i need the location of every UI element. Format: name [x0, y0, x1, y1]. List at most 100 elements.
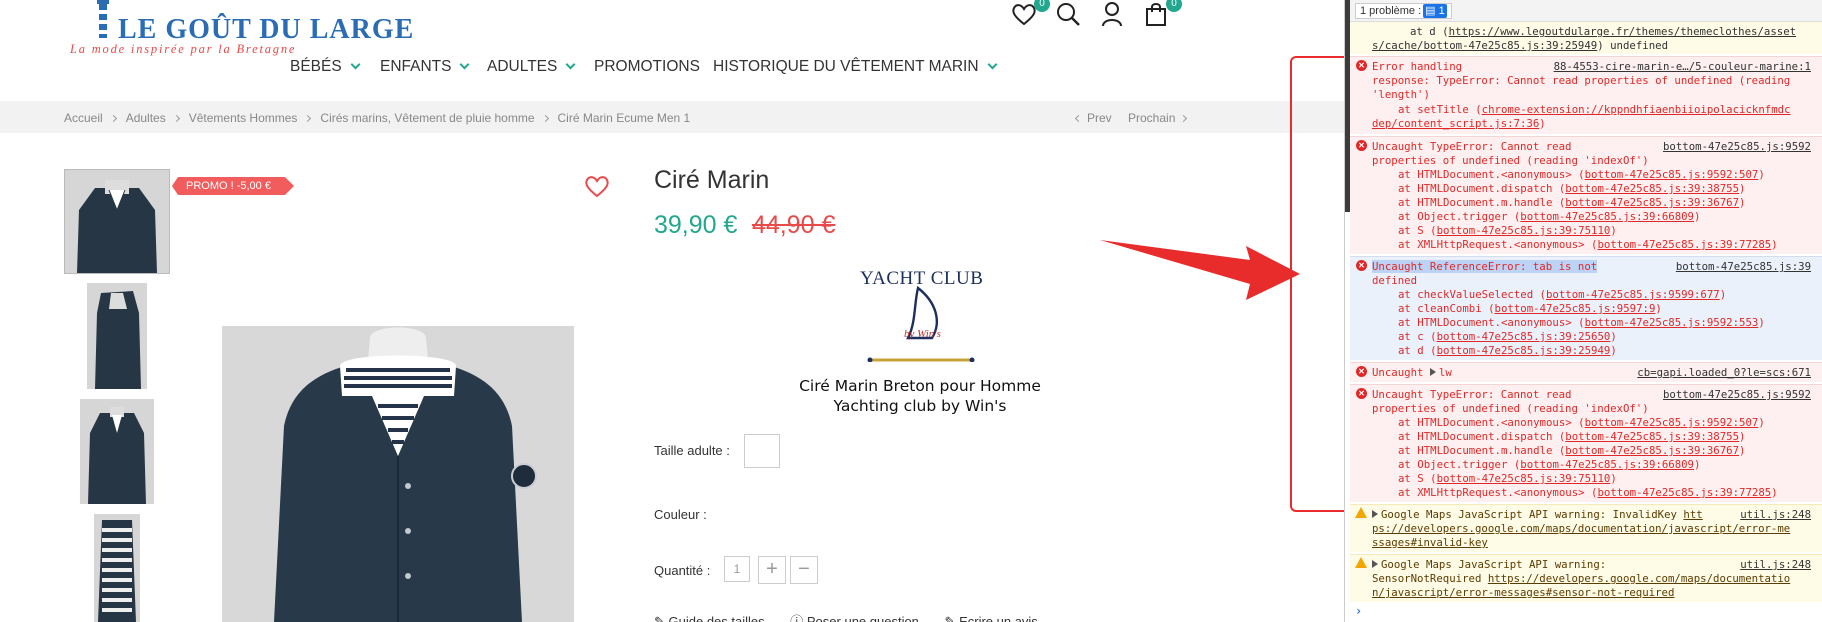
- stack-frame-link[interactable]: bottom-47e25c85.js:39:38755: [1565, 430, 1739, 443]
- stack-frame-link[interactable]: dep/content_script.js:7:36: [1372, 117, 1539, 130]
- question-icon: ⓘ: [790, 614, 807, 622]
- breadcrumb-item[interactable]: Cirés marins, Vêtement de pluie homme: [320, 111, 534, 125]
- product-thumbnail[interactable]: [64, 169, 170, 274]
- stack-frame-link[interactable]: https://www.legoutdularge.fr/themes/them…: [1449, 25, 1796, 38]
- size-select[interactable]: [744, 434, 780, 468]
- expand-triangle-icon[interactable]: [1429, 368, 1436, 376]
- nav-item-bebes[interactable]: BÉBÉS: [290, 58, 361, 76]
- error-message: properties of undefined (reading 'indexO…: [1372, 402, 1649, 415]
- cart-count-badge: 0: [1166, 0, 1182, 12]
- jacket-open-thumbnail-image: [80, 399, 154, 504]
- stack-frame-link[interactable]: bottom-47e25c85.js:39:25650: [1437, 330, 1611, 343]
- error-source-link[interactable]: bottom-47e25c85.js:39: [1676, 260, 1811, 274]
- breadcrumb-item[interactable]: Accueil: [64, 111, 103, 125]
- stack-frame-text: at c (: [1398, 330, 1437, 343]
- breadcrumb-bar: Accueil Adultes Vêtements Hommes Cirés mari…: [0, 101, 1344, 133]
- warning-link[interactable]: ssages#invalid-key: [1372, 536, 1488, 549]
- error-object[interactable]: lw: [1439, 366, 1452, 379]
- chevron-right-icon: [172, 114, 180, 123]
- product-main-image[interactable]: [222, 326, 574, 622]
- error-message: defined: [1372, 274, 1418, 287]
- console-error-entry[interactable]: ✕ Uncaught TypeError: Cannot read bottom…: [1350, 136, 1822, 254]
- prev-product-link[interactable]: Prev: [1074, 111, 1112, 125]
- promo-badge: PROMO ! -5,00 €: [172, 177, 294, 195]
- color-label: Couleur :: [654, 507, 707, 522]
- stack-frame-link[interactable]: chrome-extension://kppndhfiaenbiioipolac…: [1482, 103, 1791, 116]
- stack-frame-link[interactable]: bottom-47e25c85.js:9597:9: [1495, 302, 1656, 315]
- warning-link[interactable]: ps://developers.google.com/maps/document…: [1372, 522, 1790, 535]
- warning-message: Google Maps JavaScript API warning:: [1381, 558, 1607, 571]
- stack-frame-link[interactable]: bottom-47e25c85.js:39:38755: [1565, 182, 1739, 195]
- stack-frame-link[interactable]: bottom-47e25c85.js:9592:553: [1585, 316, 1759, 329]
- nav-item-historique[interactable]: HISTORIQUE DU VÊTEMENT MARIN: [713, 58, 997, 76]
- warning-link[interactable]: n/javascript/error-messages#sensor-not-r…: [1372, 586, 1674, 599]
- stack-frame-link[interactable]: bottom-47e25c85.js:39:77285: [1597, 486, 1771, 499]
- logo-tagline: La mode inspirée par la Bretagne: [70, 42, 297, 56]
- stack-frame-text: at Object.trigger (: [1398, 458, 1521, 471]
- console-prompt[interactable]: ›: [1355, 604, 1362, 618]
- warning-link[interactable]: htt: [1683, 508, 1702, 521]
- stack-frame-link[interactable]: bottom-47e25c85.js:9592:507: [1585, 168, 1759, 181]
- write-review-link[interactable]: ✎ Ecrire un avis: [945, 614, 1038, 622]
- stack-frame-text: ) undefined: [1597, 39, 1668, 52]
- stack-frame-link[interactable]: bottom-47e25c85.js:39:36767: [1565, 196, 1739, 209]
- console-warning-entry[interactable]: Google Maps JavaScript API warning: util…: [1350, 554, 1822, 602]
- warning-source-link[interactable]: util.js:248: [1740, 558, 1811, 572]
- product-thumbnail[interactable]: [80, 399, 154, 504]
- console-warning-entry[interactable]: Google Maps JavaScript API warning: Inva…: [1350, 504, 1822, 552]
- account-user-icon[interactable]: [1098, 0, 1126, 28]
- product-thumbnail[interactable]: [94, 514, 140, 622]
- warning-link[interactable]: https://developers.google.com/maps/docum…: [1488, 572, 1790, 585]
- issues-label: 1 problème :: [1360, 5, 1422, 17]
- stack-frame-link[interactable]: bottom-47e25c85.js:39:66809: [1520, 458, 1694, 471]
- stack-frame-link[interactable]: bottom-47e25c85.js:39:77285: [1597, 238, 1771, 251]
- search-icon[interactable]: [1054, 0, 1082, 28]
- error-icon: ✕: [1356, 140, 1367, 151]
- lighthouse-icon: [97, 0, 109, 38]
- jacket-side-thumbnail-image: [87, 283, 147, 389]
- stack-frame-link[interactable]: bottom-47e25c85.js:39:75110: [1437, 224, 1611, 237]
- error-source-link[interactable]: bottom-47e25c85.js:9592: [1663, 140, 1811, 154]
- stack-frame-link[interactable]: bottom-47e25c85.js:39:75110: [1437, 472, 1611, 485]
- stack-frame-text: at XMLHttpRequest.<anonymous> (: [1398, 238, 1598, 251]
- chevron-right-icon: [541, 114, 549, 123]
- nav-item-promotions[interactable]: PROMOTIONS: [594, 58, 700, 76]
- console-error-entry[interactable]: ✕ Uncaught TypeError: Cannot read bottom…: [1350, 384, 1822, 502]
- quantity-decrease-button[interactable]: −: [790, 556, 818, 584]
- size-guide-label: Guide des tailles: [668, 614, 765, 622]
- expand-triangle-icon[interactable]: [1372, 560, 1378, 568]
- error-source-link[interactable]: cb=gapi.loaded_0?le=scs:671: [1637, 366, 1811, 380]
- quantity-input[interactable]: 1: [724, 556, 750, 582]
- console-error-entry[interactable]: ✕ Uncaught lw cb=gapi.loaded_0?le=scs:67…: [1350, 362, 1822, 382]
- expand-triangle-icon[interactable]: [1372, 510, 1378, 518]
- nav-item-adultes[interactable]: ADULTES: [487, 58, 576, 76]
- pencil-icon: ✎: [944, 614, 960, 622]
- size-guide-link[interactable]: ✎ Guide des tailles: [654, 614, 765, 622]
- ask-question-link[interactable]: ⓘ Poser une question: [790, 614, 919, 622]
- error-source-link[interactable]: 88-4553-cire-marin-e…/5-couleur-marine:1: [1554, 60, 1811, 74]
- console-error-entry[interactable]: ✕ Error handling 88-4553-cire-marin-e…/5…: [1350, 56, 1822, 134]
- nav-item-enfants[interactable]: ENFANTS: [380, 58, 470, 76]
- chevron-right-icon: [304, 114, 312, 123]
- stack-frame-link[interactable]: bottom-47e25c85.js:9592:507: [1585, 416, 1759, 429]
- stack-frame-text: at d (: [1398, 344, 1437, 357]
- stack-frame-link[interactable]: s/cache/bottom-47e25c85.js:39:25949: [1372, 39, 1597, 52]
- breadcrumb-item[interactable]: Adultes: [126, 111, 166, 125]
- product-title: Ciré Marin: [654, 166, 770, 194]
- warning-source-link[interactable]: util.js:248: [1740, 508, 1811, 522]
- chevron-down-icon: [565, 59, 576, 70]
- console-error-entry-selected[interactable]: ✕ Uncaught ReferenceError: tab is not bo…: [1350, 256, 1822, 360]
- quantity-increase-button[interactable]: +: [758, 556, 786, 584]
- next-product-link[interactable]: Prochain: [1128, 111, 1188, 125]
- breadcrumb-item[interactable]: Vêtements Hommes: [189, 111, 298, 125]
- stack-frame-link[interactable]: bottom-47e25c85.js:39:25949: [1437, 344, 1611, 357]
- stack-frame-link[interactable]: bottom-47e25c85.js:39:66809: [1520, 210, 1694, 223]
- issues-button[interactable]: 1 problème : ▤ 1: [1355, 3, 1452, 19]
- stack-frame-text: at checkValueSelected (: [1398, 288, 1546, 301]
- stack-frame-link[interactable]: bottom-47e25c85.js:9599:677: [1546, 288, 1720, 301]
- stack-frame-link[interactable]: bottom-47e25c85.js:39:36767: [1565, 444, 1739, 457]
- add-to-wishlist-heart-icon[interactable]: [584, 174, 610, 198]
- product-thumbnail[interactable]: [87, 283, 147, 389]
- stack-frame-text: at setTitle (: [1398, 103, 1482, 116]
- error-source-link[interactable]: bottom-47e25c85.js:9592: [1663, 388, 1811, 402]
